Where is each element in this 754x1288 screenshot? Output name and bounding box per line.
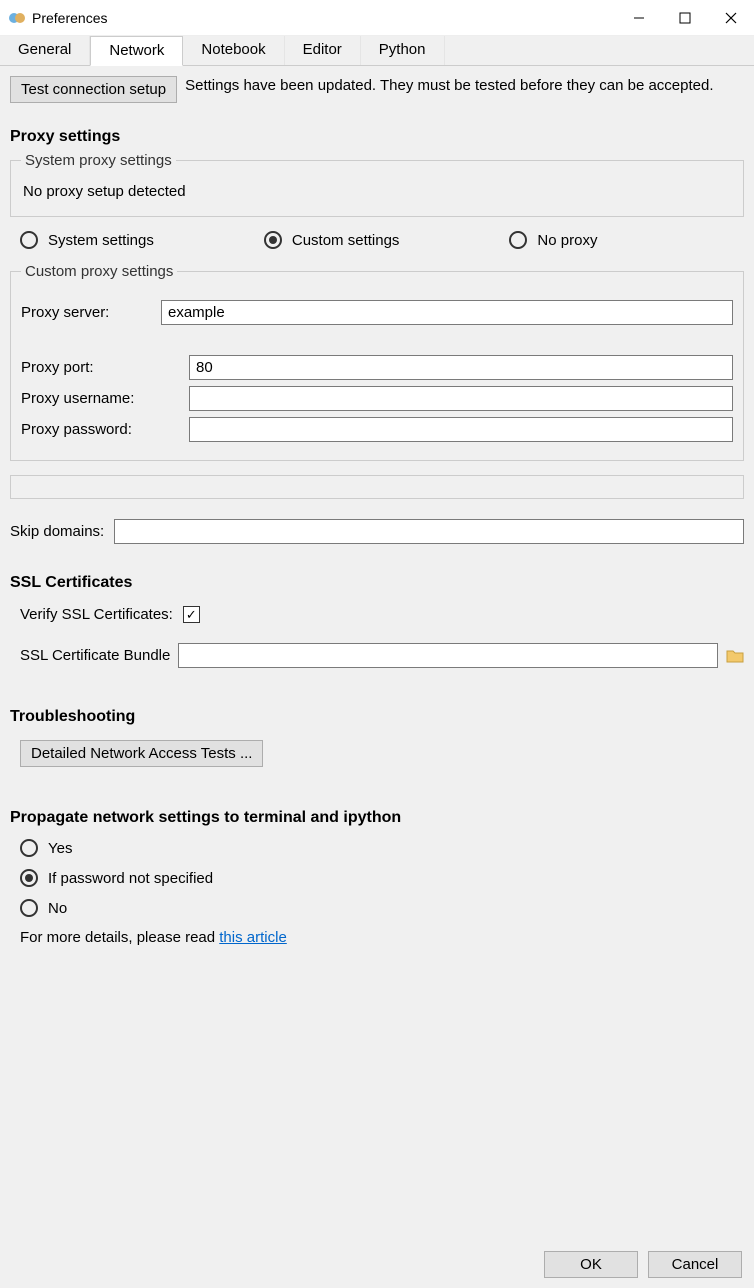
tab-editor[interactable]: Editor [285,36,361,65]
proxy-settings-heading: Proxy settings [10,128,744,146]
tab-python[interactable]: Python [361,36,445,65]
propagate-heading: Propagate network settings to terminal a… [10,809,744,827]
tab-notebook[interactable]: Notebook [183,36,284,65]
tabs: General Network Notebook Editor Python [0,36,754,66]
close-button[interactable] [708,0,754,36]
ssl-bundle-label: SSL Certificate Bundle [20,647,170,664]
radio-propagate-ifnopass[interactable]: If password not specified [20,869,744,887]
this-article-link[interactable]: this article [219,929,287,946]
proxy-username-input[interactable] [189,386,733,411]
folder-icon[interactable] [726,648,744,664]
radio-system-settings[interactable]: System settings [20,231,154,249]
proxy-password-label: Proxy password: [21,421,161,438]
troubleshooting-heading: Troubleshooting [10,708,744,726]
spacer-box [10,475,744,499]
system-proxy-group: System proxy settings No proxy setup det… [10,152,744,217]
ssl-heading: SSL Certificates [10,574,744,592]
verify-ssl-label: Verify SSL Certificates: [20,606,173,623]
ok-button[interactable]: OK [544,1251,638,1278]
radio-no-proxy[interactable]: No proxy [509,231,597,249]
radio-ifnopass-label: If password not specified [48,870,213,887]
system-proxy-legend: System proxy settings [21,152,176,169]
cancel-button[interactable]: Cancel [648,1251,742,1278]
propagate-radios: Yes If password not specified No [20,839,744,917]
radio-yes-label: Yes [48,840,72,857]
dialog-footer: OK Cancel [0,1240,754,1288]
proxy-port-input[interactable] [189,355,733,380]
verify-ssl-checkbox[interactable]: ✓ [183,606,200,623]
content-area: Test connection setup Settings have been… [0,66,754,1240]
proxy-password-input[interactable] [189,417,733,442]
radio-propagate-no[interactable]: No [20,899,744,917]
skip-domains-label: Skip domains: [10,523,104,540]
radio-propagate-yes[interactable]: Yes [20,839,744,857]
detailed-tests-button[interactable]: Detailed Network Access Tests ... [20,740,263,767]
radio-custom-settings[interactable]: Custom settings [264,231,400,249]
proxy-username-label: Proxy username: [21,390,161,407]
minimize-button[interactable] [616,0,662,36]
test-connection-button[interactable]: Test connection setup [10,76,177,103]
radio-no-label: No [48,900,67,917]
skip-domains-input[interactable] [114,519,744,544]
radio-system-label: System settings [48,232,154,249]
titlebar: Preferences [0,0,754,36]
proxy-server-input[interactable] [161,300,733,325]
tab-general[interactable]: General [0,36,90,65]
test-message: Settings have been updated. They must be… [185,76,744,96]
ssl-bundle-input[interactable] [178,643,718,668]
radio-custom-label: Custom settings [292,232,400,249]
window-title: Preferences [32,10,107,26]
proxy-port-label: Proxy port: [21,359,161,376]
proxy-mode-radios: System settings Custom settings No proxy [20,231,744,249]
tab-network[interactable]: Network [90,36,183,66]
more-details-text: For more details, please read this artic… [20,929,744,946]
app-icon [8,9,26,27]
custom-proxy-group: Custom proxy settings Proxy server: Prox… [10,263,744,461]
maximize-button[interactable] [662,0,708,36]
proxy-server-label: Proxy server: [21,304,161,321]
radio-noproxy-label: No proxy [537,232,597,249]
custom-proxy-legend: Custom proxy settings [21,263,177,280]
system-proxy-status: No proxy setup detected [21,177,733,204]
